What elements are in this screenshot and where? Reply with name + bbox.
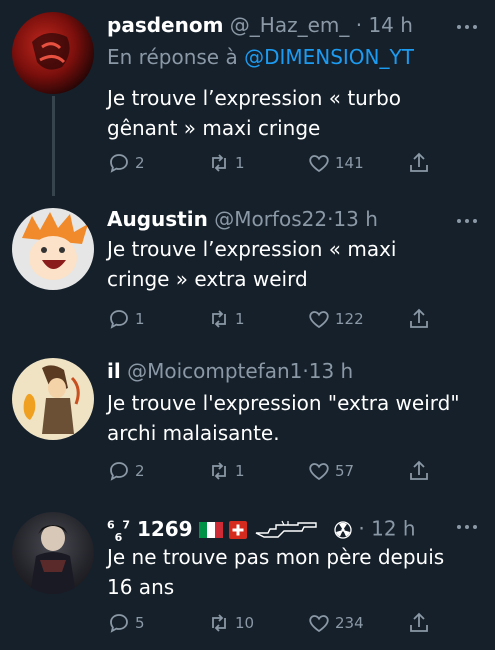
reply-count: 1	[135, 310, 145, 328]
tweet-text: Je trouve l'expression "extra weird" arc…	[107, 388, 475, 448]
like-count: 141	[335, 154, 364, 172]
avatar[interactable]	[12, 208, 94, 290]
share-button[interactable]	[407, 610, 435, 636]
tweet-text-line: archi malaisante.	[107, 421, 280, 445]
like-count: 234	[335, 614, 364, 632]
retweet-icon	[212, 310, 226, 328]
avatar-image	[22, 212, 88, 280]
rifle-icon	[255, 520, 317, 538]
reply-icon	[110, 614, 128, 633]
like-icon	[309, 615, 329, 633]
retweet-button[interactable]: 1	[207, 306, 245, 332]
display-name-superscript: 7	[122, 518, 130, 531]
retweet-count: 1	[235, 154, 245, 172]
display-name[interactable]: 667 1269	[107, 516, 193, 544]
retweet-count: 10	[235, 614, 255, 632]
swiss-flag-icon	[229, 521, 248, 540]
like-icon	[309, 311, 329, 329]
reply-context: En réponse à @DIMENSION_YT	[107, 45, 414, 69]
like-icon	[309, 155, 329, 173]
action-bar: 5 10 234	[107, 610, 437, 636]
tweet-text: Je ne trouve pas mon père depuis 16 ans	[107, 542, 475, 602]
tweet-3[interactable]: il @Moicomptefan1·13 h Je trouve l'expre…	[0, 348, 495, 500]
like-button[interactable]: 122	[307, 306, 364, 332]
username[interactable]: @_Haz_em_	[230, 13, 350, 37]
timestamp[interactable]: · 14 h	[356, 13, 413, 37]
like-count: 122	[335, 310, 364, 328]
reply-icon	[110, 462, 128, 481]
avatar[interactable]	[12, 358, 94, 440]
reply-mention[interactable]: @DIMENSION_YT	[244, 45, 414, 69]
avatar-image	[30, 525, 76, 594]
display-name[interactable]: pasdenom	[107, 13, 223, 37]
reply-button[interactable]: 2	[107, 150, 145, 176]
action-bar: 2 1 141	[107, 150, 437, 176]
display-name-text: 1269	[136, 516, 193, 541]
tweet-text-line: Je trouve l’expression « maxi	[107, 237, 397, 261]
reply-button[interactable]: 1	[107, 306, 145, 332]
timestamp[interactable]: · 12 h	[358, 517, 415, 541]
share-button[interactable]	[407, 150, 435, 176]
avatar[interactable]	[12, 512, 94, 594]
tweet-4[interactable]: 667 1269 · 12 h Je ne trouve pas mon pèr…	[0, 500, 495, 650]
tweet-2[interactable]: Augustin @Morfos22·13 h Je trouve l’expr…	[0, 196, 495, 348]
like-button[interactable]: 234	[307, 610, 364, 636]
tweet-header: pasdenom @_Haz_em_ · 14 h	[107, 12, 455, 38]
like-button[interactable]: 141	[307, 150, 364, 176]
reply-icon	[110, 310, 128, 329]
tweet-1[interactable]: pasdenom @_Haz_em_ · 14 h En réponse à @…	[0, 0, 495, 196]
share-button[interactable]	[407, 458, 435, 484]
display-name-superscript: 6	[107, 518, 115, 531]
retweet-button[interactable]: 10	[207, 610, 254, 636]
like-count: 57	[335, 462, 355, 480]
tweet-header: il @Moicomptefan1·13 h	[107, 358, 455, 384]
retweet-icon	[212, 614, 226, 632]
tweet-text: Je trouve l’expression « maxi cringe » e…	[107, 234, 475, 294]
username[interactable]: @Moicomptefan1	[127, 359, 302, 383]
share-icon	[410, 460, 428, 480]
radiation-icon	[334, 521, 352, 539]
retweet-count: 1	[235, 462, 245, 480]
timestamp[interactable]: ·13 h	[327, 207, 378, 231]
reply-button[interactable]: 2	[107, 458, 145, 484]
tweet-text: Je trouve l’expression « turbo gênant » …	[107, 83, 475, 143]
tweet-text-line: Je ne trouve pas mon père depuis	[107, 545, 445, 569]
share-icon	[410, 308, 428, 328]
italy-flag-icon	[198, 522, 223, 539]
retweet-count: 1	[235, 310, 245, 328]
display-name[interactable]: il	[107, 359, 121, 383]
share-button[interactable]	[407, 306, 435, 332]
username[interactable]: @Morfos22	[214, 207, 327, 231]
avatar[interactable]	[12, 12, 94, 94]
more-icon[interactable]	[455, 522, 479, 532]
retweet-button[interactable]: 1	[207, 458, 245, 484]
tweet-text-line: gênant » maxi cringe	[107, 116, 321, 140]
tweet-header: Augustin @Morfos22·13 h	[107, 206, 455, 232]
tweet-text-line: Je trouve l'expression "extra weird"	[107, 391, 460, 415]
avatar-image	[23, 365, 80, 434]
reply-prefix: En réponse à	[107, 45, 238, 69]
like-icon	[309, 463, 329, 481]
action-bar: 2 1 57	[107, 458, 437, 484]
avatar-image	[32, 33, 70, 70]
retweet-icon	[212, 462, 226, 480]
tweet-text-line: cringe » extra weird	[107, 267, 308, 291]
retweet-button[interactable]: 1	[207, 150, 245, 176]
more-icon[interactable]	[455, 22, 479, 32]
more-icon[interactable]	[455, 216, 479, 226]
reply-button[interactable]: 5	[107, 610, 145, 636]
reply-count: 5	[135, 614, 145, 632]
tweet-text-line: Je trouve l’expression « turbo	[107, 86, 402, 110]
share-icon	[410, 152, 428, 172]
like-button[interactable]: 57	[307, 458, 354, 484]
reply-icon	[110, 154, 128, 173]
display-name[interactable]: Augustin	[107, 207, 208, 231]
reply-count: 2	[135, 154, 145, 172]
timestamp[interactable]: ·13 h	[302, 359, 353, 383]
action-bar: 1 1 122	[107, 306, 437, 332]
retweet-icon	[212, 154, 226, 172]
share-icon	[410, 612, 428, 632]
tweet-text-line: 16 ans	[107, 575, 175, 599]
reply-count: 2	[135, 462, 145, 480]
